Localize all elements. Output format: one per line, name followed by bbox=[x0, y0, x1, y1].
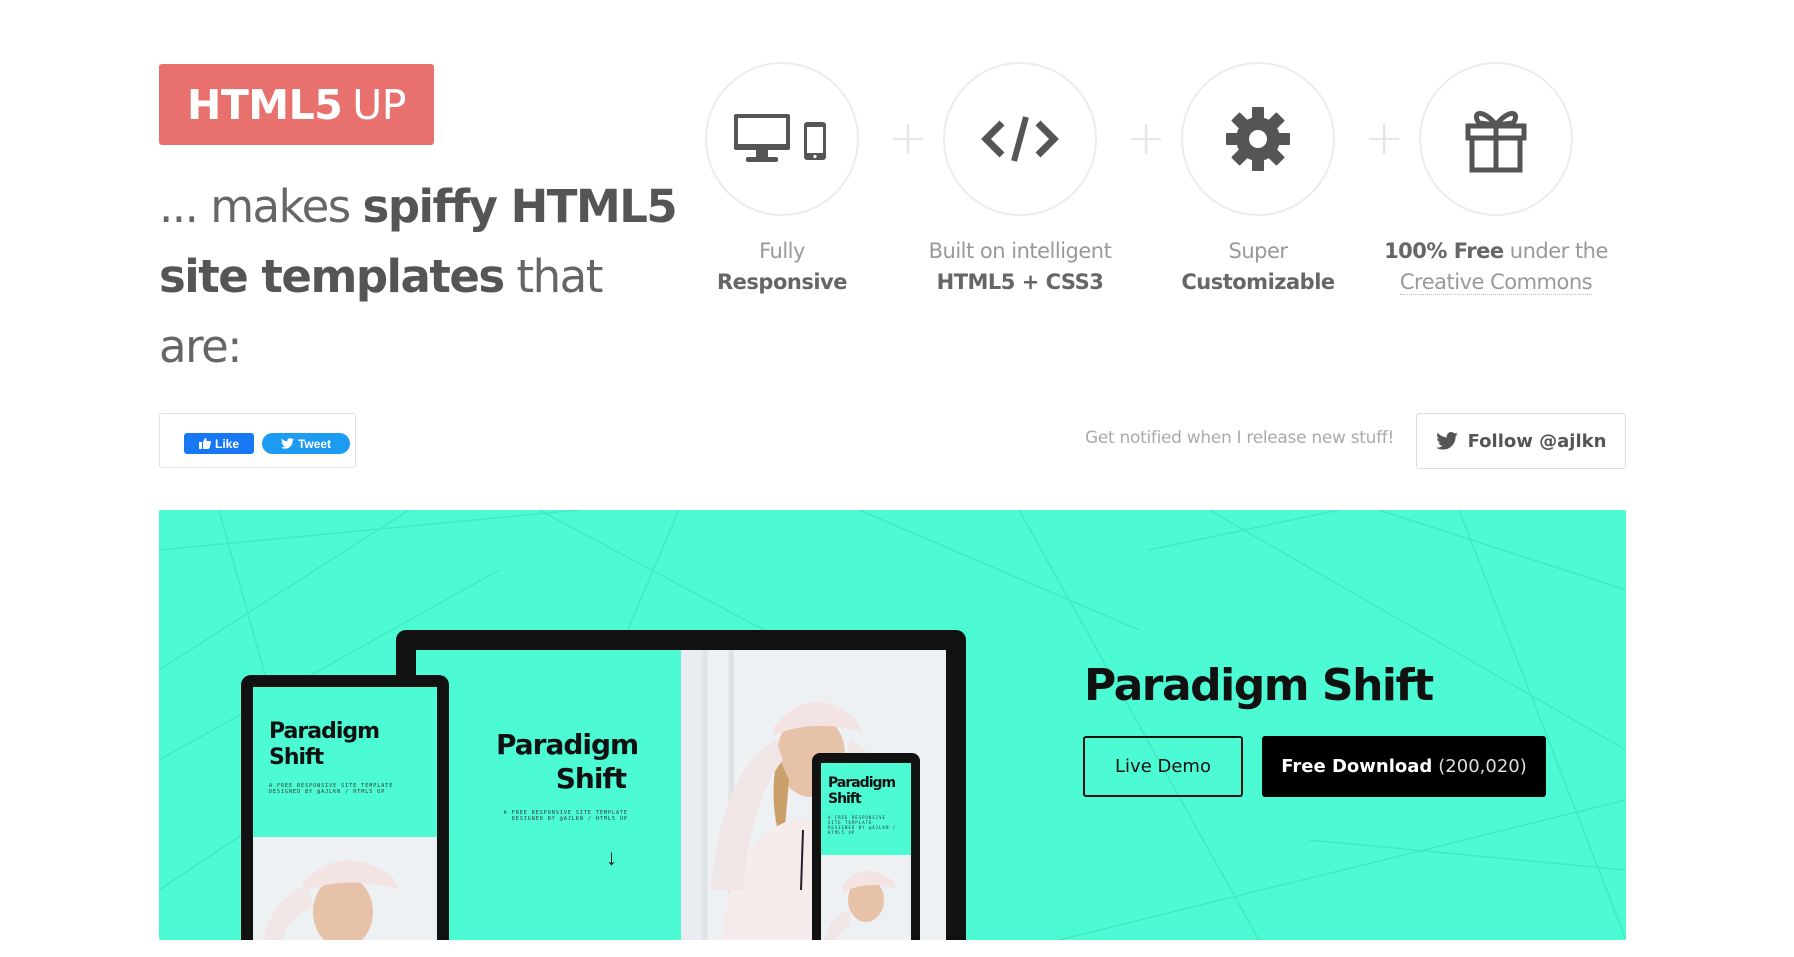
caption-bold: HTML5 + CSS3 bbox=[936, 270, 1104, 294]
caption-line: under the bbox=[1503, 239, 1609, 263]
gift-icon bbox=[1465, 111, 1527, 173]
feature-caption: Built on intelligent HTML5 + CSS3 bbox=[905, 236, 1135, 298]
template-banner[interactable]: Paradigm Shift A FREE RESPONSIVE SITE TE… bbox=[159, 510, 1626, 940]
model-photo-tablet bbox=[253, 837, 437, 940]
caption-bold: Responsive bbox=[717, 270, 847, 294]
model-photo-tablet-figure bbox=[263, 860, 399, 940]
creative-commons-link[interactable]: Creative Commons bbox=[1399, 270, 1593, 295]
logo-light: UP bbox=[352, 80, 406, 129]
download-label: Free Download bbox=[1281, 756, 1433, 777]
facebook-like-button[interactable]: Like bbox=[184, 433, 254, 454]
feature-caption: Fully Responsive bbox=[667, 236, 897, 298]
tagline-part: ... makes bbox=[159, 180, 363, 233]
twitter-bird-icon bbox=[280, 438, 294, 449]
mock-title-phone: Paradigm Shift bbox=[828, 775, 896, 807]
feature-caption: Super Customizable bbox=[1143, 236, 1373, 298]
feature-free: 100% Free under the Creative Commons bbox=[1381, 62, 1611, 298]
tagline-bold: spiffy HTML5 bbox=[362, 180, 678, 233]
feature-responsive: Fully Responsive bbox=[667, 62, 897, 298]
social-buttons: Like Tweet bbox=[159, 413, 356, 468]
tagline: ... makes spiffy HTML5 site templates th… bbox=[159, 172, 679, 382]
feature-customizable: Super Customizable bbox=[1143, 62, 1373, 298]
download-count: (200,020) bbox=[1438, 756, 1527, 777]
mock-subtitle-phone: A FREE RESPONSIVE SITE TEMPLATE DESIGNED… bbox=[828, 815, 897, 835]
caption-line: Built on intelligent bbox=[928, 239, 1112, 263]
mock-subtitle-laptop: A FREE RESPONSIVE SITE TEMPLATE DESIGNED… bbox=[503, 810, 628, 822]
arrow-down-icon: ↓ bbox=[606, 845, 617, 870]
like-label: Like bbox=[214, 436, 239, 451]
code-icon bbox=[981, 116, 1059, 162]
model-photo-phone-figure bbox=[825, 870, 897, 940]
feature-html5css3: Built on intelligent HTML5 + CSS3 bbox=[905, 62, 1135, 298]
template-title[interactable]: Paradigm Shift bbox=[1084, 660, 1434, 711]
devices-icon bbox=[734, 114, 826, 162]
mock-title-laptop: Paradigm Shift bbox=[496, 728, 639, 795]
follow-label: Follow @ajlkn bbox=[1467, 430, 1607, 452]
tagline-bold-2: site templates bbox=[159, 250, 505, 303]
mock-title-tablet: Paradigm Shift bbox=[269, 719, 380, 770]
follow-button[interactable]: Follow @ajlkn bbox=[1416, 413, 1626, 469]
feature-circle bbox=[1419, 62, 1573, 216]
feature-caption: 100% Free under the Creative Commons bbox=[1381, 236, 1611, 298]
mock-subtitle-tablet: A FREE RESPONSIVE SITE TEMPLATE DESIGNED… bbox=[269, 783, 394, 795]
twitter-bird-icon bbox=[1435, 432, 1458, 450]
notify-text: Get notified when I release new stuff! bbox=[1085, 428, 1394, 448]
gear-icon bbox=[1226, 107, 1290, 171]
caption-line: Super bbox=[1228, 239, 1288, 263]
model-photo-phone bbox=[821, 855, 911, 940]
logo-bold: HTML5 bbox=[187, 80, 343, 129]
feature-circle bbox=[1181, 62, 1335, 216]
caption-bold: Customizable bbox=[1181, 270, 1335, 294]
feature-circle bbox=[943, 62, 1097, 216]
tweet-label: Tweet bbox=[297, 436, 332, 451]
phone-screen: Paradigm Shift A FREE RESPONSIVE SITE TE… bbox=[821, 763, 911, 940]
tablet-screen: Paradigm Shift A FREE RESPONSIVE SITE TE… bbox=[253, 687, 437, 940]
caption-line: Fully bbox=[759, 239, 805, 263]
tweet-button[interactable]: Tweet bbox=[262, 433, 350, 454]
tablet-mockup: Paradigm Shift A FREE RESPONSIVE SITE TE… bbox=[241, 675, 449, 940]
live-demo-button[interactable]: Live Demo bbox=[1083, 736, 1243, 797]
thumbs-up-icon bbox=[198, 438, 211, 449]
feature-circle bbox=[705, 62, 859, 216]
html5up-logo[interactable]: HTML5 UP bbox=[159, 64, 434, 145]
phone-mockup: Paradigm Shift A FREE RESPONSIVE SITE TE… bbox=[812, 753, 920, 940]
caption-bold: 100% Free bbox=[1384, 239, 1504, 263]
free-download-button[interactable]: Free Download (200,020) bbox=[1262, 736, 1546, 797]
